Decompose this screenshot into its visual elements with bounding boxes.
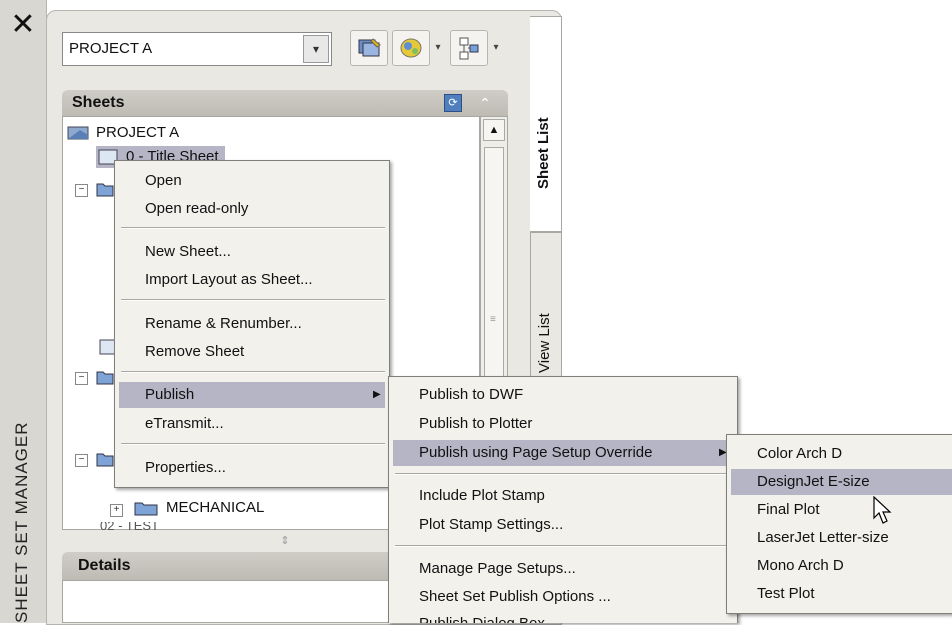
tree-root-label: PROJECT A	[96, 124, 180, 141]
page-setup-override-submenu: Color Arch D DesignJet E-size Final Plot…	[726, 434, 952, 614]
menu-item-remove-sheet[interactable]: Remove Sheet	[145, 339, 244, 365]
menu-separator	[121, 443, 385, 445]
menu-item-publish-label: Publish	[145, 386, 195, 403]
sheet-set-icon[interactable]	[350, 30, 388, 66]
tab-sheet-list-label: Sheet List	[535, 117, 552, 189]
tab-sheet-list[interactable]: Sheet List	[530, 16, 562, 232]
menu-item-page-setup-override-label: Publish using Page Setup Override	[419, 444, 653, 461]
chevron-down-icon[interactable]: ▾	[431, 30, 445, 66]
sheet-context-menu: Open Open read-only New Sheet... Import …	[114, 160, 390, 488]
project-select-value: PROJECT A	[69, 40, 153, 57]
close-icon[interactable]: ✕	[8, 10, 38, 40]
menu-item-etransmit[interactable]: eTransmit...	[145, 411, 224, 437]
sheets-title: Sheets	[72, 94, 125, 111]
menu-item-final-plot[interactable]: Final Plot	[757, 497, 820, 523]
menu-item-include-plot-stamp[interactable]: Include Plot Stamp	[419, 483, 545, 509]
menu-item-rename-renumber[interactable]: Rename & Renumber...	[145, 311, 302, 337]
menu-item-import-layout[interactable]: Import Layout as Sheet...	[145, 267, 313, 293]
details-title: Details	[78, 557, 131, 574]
menu-separator	[121, 227, 385, 229]
tree-item-test[interactable]: 02 - TEST	[100, 522, 159, 530]
grip-icon: ≡	[490, 314, 496, 325]
menu-item-laserjet-letter[interactable]: LaserJet Letter-size	[757, 525, 889, 551]
resource-drawing-icon[interactable]	[450, 30, 488, 66]
folder-icon	[132, 499, 162, 517]
folder-icon	[96, 450, 114, 468]
menu-item-open-read-only[interactable]: Open read-only	[145, 196, 248, 222]
menu-item-publish-options[interactable]: Sheet Set Publish Options ...	[419, 584, 611, 610]
cursor-icon	[872, 495, 896, 526]
project-select[interactable]: PROJECT A ▾	[62, 32, 332, 66]
menu-item-new-sheet[interactable]: New Sheet...	[145, 239, 231, 265]
menu-item-publish-dialog[interactable]: Publish Dialog Box	[419, 611, 545, 623]
folder-icon	[96, 368, 114, 386]
menu-item-designjet-label: DesignJet E-size	[757, 473, 870, 490]
sheets-header: Sheets ⟳ ⌃	[62, 90, 508, 116]
menu-separator	[395, 473, 733, 475]
menu-separator	[121, 371, 385, 373]
model-view-icon[interactable]	[392, 30, 430, 66]
expand-icon[interactable]: −	[75, 184, 88, 197]
menu-item-publish[interactable]: Publish ▶	[119, 382, 385, 408]
folder-icon	[96, 180, 114, 198]
menu-item-designjet-e-size[interactable]: DesignJet E-size	[731, 469, 952, 495]
tree-item-mechanical[interactable]: MECHANICAL	[132, 497, 264, 519]
menu-separator	[121, 299, 385, 301]
publish-submenu: Publish to DWF Publish to Plotter Publis…	[388, 376, 738, 623]
palette-title: SHEET SET MANAGER	[12, 421, 31, 623]
tab-view-list-label: View List	[536, 313, 553, 373]
chevron-down-icon[interactable]: ▾	[303, 35, 329, 63]
menu-item-manage-page-setups[interactable]: Manage Page Setups...	[419, 556, 576, 582]
menu-item-color-arch-d[interactable]: Color Arch D	[757, 441, 842, 467]
sheet-set-icon	[66, 124, 92, 142]
menu-item-mono-arch-d[interactable]: Mono Arch D	[757, 553, 844, 579]
menu-item-test-plot[interactable]: Test Plot	[757, 581, 815, 607]
menu-item-publish-dwf[interactable]: Publish to DWF	[419, 382, 523, 408]
menu-item-page-setup-override[interactable]: Publish using Page Setup Override ▶	[393, 440, 733, 466]
menu-item-plot-stamp-settings[interactable]: Plot Stamp Settings...	[419, 512, 563, 538]
chevron-down-icon[interactable]: ▾	[489, 30, 503, 66]
refresh-icon[interactable]: ⟳	[444, 94, 462, 112]
collapse-icon[interactable]: ⌃	[476, 92, 494, 114]
tree-root[interactable]: PROJECT A	[66, 122, 179, 144]
scroll-up-icon[interactable]: ▲	[483, 119, 505, 141]
menu-item-publish-plotter[interactable]: Publish to Plotter	[419, 411, 532, 437]
menu-separator	[395, 545, 733, 547]
tree-item-label: MECHANICAL	[166, 499, 265, 516]
menu-item-properties[interactable]: Properties...	[145, 455, 226, 481]
expand-icon[interactable]: −	[75, 454, 88, 467]
menu-item-open[interactable]: Open	[145, 168, 182, 194]
tree-item-label: 02 - TEST	[100, 522, 160, 530]
expand-icon[interactable]: +	[110, 504, 123, 517]
tab-view-list[interactable]: View List	[530, 232, 562, 392]
expand-icon[interactable]: −	[75, 372, 88, 385]
submenu-arrow-icon: ▶	[373, 389, 381, 400]
